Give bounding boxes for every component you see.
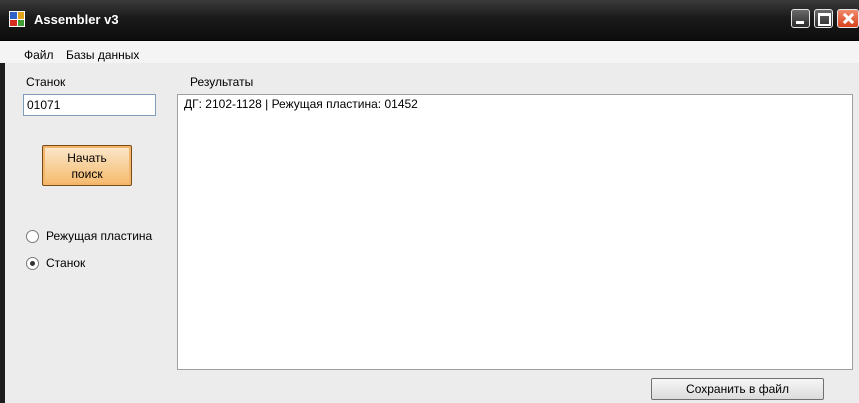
result-line: ДГ: 2102-1128 | Режущая пластина: 01452 <box>184 97 418 111</box>
start-search-label-1: Начать <box>67 151 107 165</box>
results-label: Результаты <box>190 75 254 89</box>
app-window: Assembler v3 Файл Базы данных Станок Нач… <box>0 0 859 403</box>
menu-bar: Файл Базы данных <box>0 41 859 63</box>
radio-label: Режущая пластина <box>46 229 153 243</box>
window-border <box>0 41 5 403</box>
radio-button-selected[interactable] <box>26 257 39 270</box>
radio-label: Станок <box>46 256 86 270</box>
app-icon <box>9 11 25 27</box>
machine-label: Станок <box>26 75 66 89</box>
radio-button[interactable] <box>26 230 39 243</box>
menu-file[interactable]: Файл <box>24 48 54 62</box>
minimize-button[interactable] <box>791 9 810 28</box>
window-title: Assembler v3 <box>34 12 119 27</box>
machine-input[interactable] <box>23 94 156 116</box>
results-textbox[interactable]: ДГ: 2102-1128 | Режущая пластина: 01452 <box>177 94 853 370</box>
save-to-file-button[interactable]: Сохранить в файл <box>651 378 824 400</box>
close-button[interactable] <box>837 9 859 28</box>
menu-databases[interactable]: Базы данных <box>66 48 139 62</box>
start-search-label-2: поиск <box>71 167 103 181</box>
maximize-button[interactable] <box>814 9 833 28</box>
title-bar[interactable]: Assembler v3 <box>0 0 859 41</box>
start-search-button[interactable]: Начать поиск <box>42 145 132 186</box>
